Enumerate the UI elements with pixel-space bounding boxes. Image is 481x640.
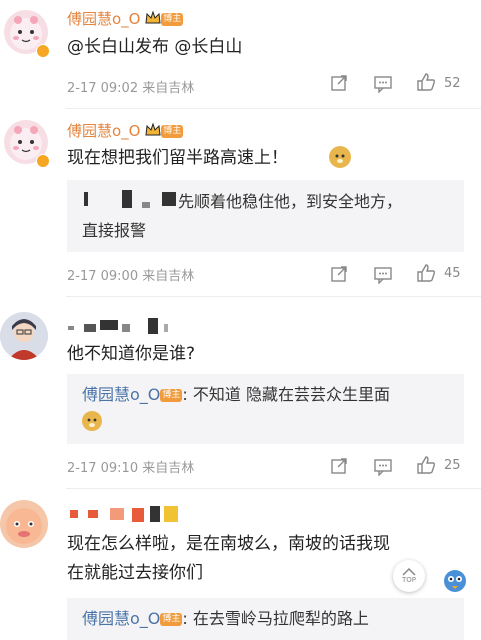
like-count: 25 [444, 458, 461, 473]
comment-icon[interactable] [373, 458, 393, 476]
reply-text: 先顺着他稳住他，到安全地方， [178, 192, 403, 211]
like-count: 45 [444, 266, 461, 281]
comment-text[interactable]: 现在想把我们留半路高速上！ [67, 143, 288, 173]
comment-meta: 2-17 09:02 来自吉林 [67, 77, 194, 96]
reply-line: 傅园慧o_O 博主: 不知道 隐藏在芸芸众生里面 [82, 381, 390, 409]
share-icon[interactable] [330, 74, 348, 92]
comment-meta: 2-17 09:00 来自吉林 [67, 265, 194, 284]
comment-author[interactable]: 傅园慧o_O 博主 [67, 120, 184, 141]
comment-text[interactable]: @长白山发布 @长白山 [67, 32, 242, 62]
comment-author[interactable]: 傅园慧o_O 博主 [67, 8, 184, 29]
comment-icon[interactable] [373, 75, 393, 93]
comment-location: 来自吉林 [142, 269, 195, 284]
reply-author[interactable]: 傅园慧o_O [82, 609, 160, 628]
author-badge: 博主 [160, 613, 183, 626]
reply-text: : 不知道 隐藏在芸芸众生里面 [182, 385, 390, 404]
share-icon[interactable] [330, 457, 348, 475]
verified-badge-icon [36, 44, 50, 58]
author-name-pixelated[interactable] [68, 316, 183, 336]
comment-icon[interactable] [373, 266, 393, 284]
avatar[interactable] [0, 312, 48, 360]
author-badge: 博主 [160, 389, 183, 402]
reply-author-pixelated [82, 188, 177, 212]
comment-time: 2-17 09:10 [67, 461, 139, 476]
reply-line: 傅园慧o_O 博主: 在去雪岭马拉爬犁的路上 [82, 605, 369, 633]
author-name-pixelated[interactable] [70, 504, 180, 524]
top-label: TOP [401, 576, 416, 584]
comment-location: 来自吉林 [142, 81, 195, 96]
share-icon[interactable] [330, 265, 348, 283]
author-badge: 博主 [161, 13, 184, 26]
scroll-to-top-button[interactable]: TOP [393, 560, 425, 592]
comment-text[interactable]: 他不知道你是谁? [67, 339, 195, 369]
author-badge: 博主 [161, 125, 184, 138]
crown-icon [145, 9, 161, 29]
comment-meta: 2-17 09:10 来自吉林 [67, 457, 194, 476]
crown-icon [145, 121, 161, 141]
divider [66, 296, 481, 297]
doge-emoji-icon [329, 146, 351, 168]
comment-location: 来自吉林 [142, 461, 195, 476]
avatar[interactable] [0, 500, 48, 548]
verified-badge-icon [36, 154, 50, 168]
comment-text[interactable]: 现在怎么样啦，是在南坡么，南坡的话我现 [67, 529, 390, 559]
divider [66, 108, 481, 109]
doge-emoji-icon [82, 411, 102, 431]
comment-text[interactable]: 在就能过去接你们 [67, 558, 203, 588]
divider [66, 488, 481, 489]
like-count: 52 [444, 76, 461, 91]
reply-author[interactable]: 傅园慧o_O [82, 385, 160, 404]
like-icon[interactable] [416, 455, 436, 475]
like-icon[interactable] [416, 263, 436, 283]
comment-time: 2-17 09:02 [67, 81, 139, 96]
floating-mascot-icon[interactable] [440, 565, 470, 595]
chevron-up-icon [402, 568, 416, 576]
reply-text: 直接报警 [82, 221, 147, 240]
like-icon[interactable] [416, 72, 436, 92]
comment-time: 2-17 09:00 [67, 269, 139, 284]
reply-text: : 在去雪岭马拉爬犁的路上 [182, 609, 369, 628]
